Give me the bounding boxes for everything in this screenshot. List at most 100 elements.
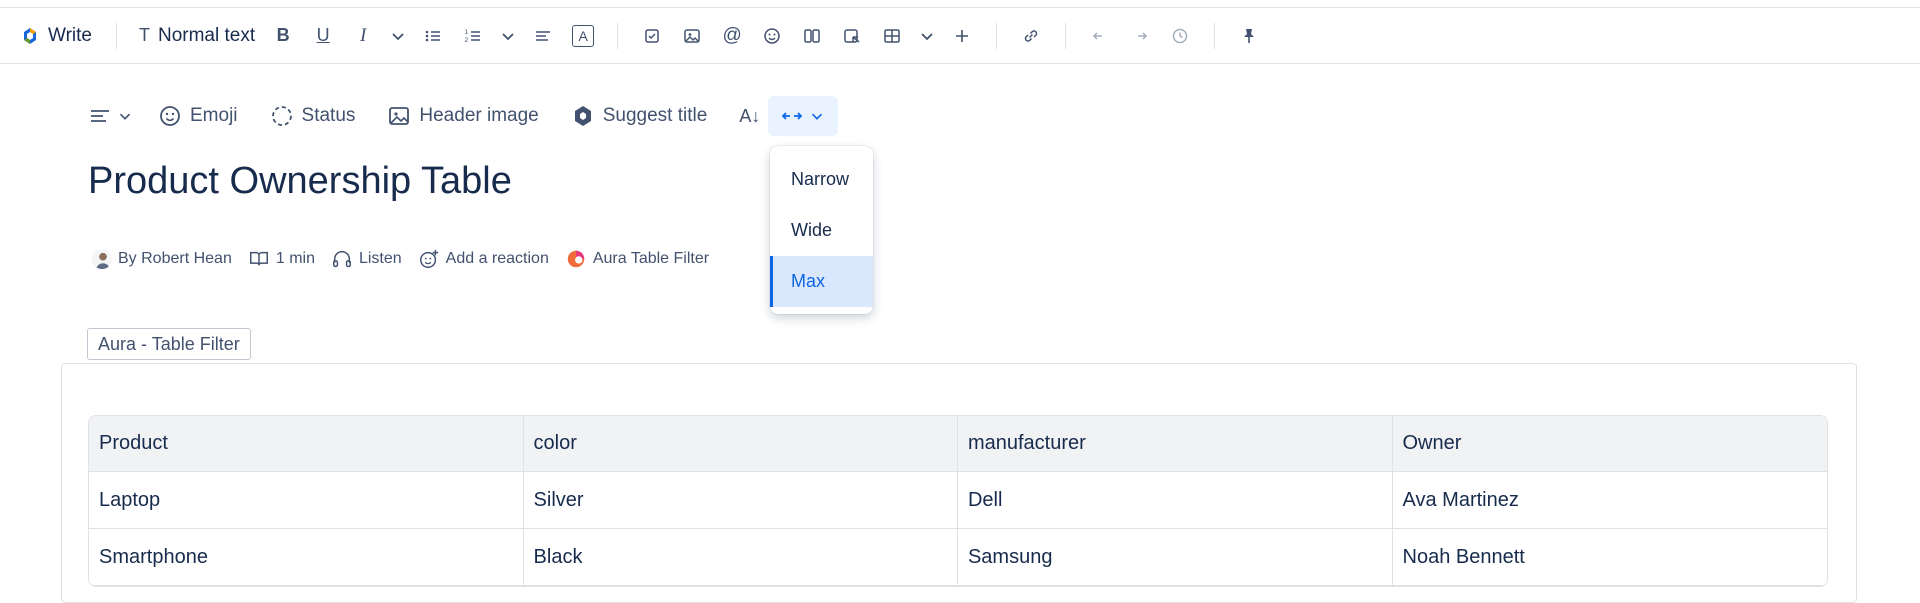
- undo-icon: [1093, 31, 1103, 40]
- write-label: Write: [48, 24, 92, 46]
- italic-icon: I: [359, 24, 367, 46]
- history-icon: [1172, 28, 1188, 43]
- width-arrows-icon: [782, 112, 803, 120]
- add-reaction-button[interactable]: Add a reaction: [418, 248, 549, 270]
- table-cell[interactable]: Ava Martinez: [1392, 472, 1827, 529]
- product-table: Product color manufacturer Owner Laptop …: [88, 415, 1828, 587]
- table-cell[interactable]: Samsung: [957, 529, 1393, 586]
- add-reaction-icon: [419, 249, 438, 268]
- history-button[interactable]: [1160, 8, 1200, 64]
- page-width-button[interactable]: [768, 96, 839, 136]
- embed-icon: [844, 28, 860, 43]
- listen-button[interactable]: Listen: [331, 248, 402, 270]
- editor-toolbar: Write T Normal text B U I 12 A @: [0, 8, 1920, 64]
- plus-icon: [956, 29, 969, 42]
- book-icon: [249, 251, 268, 266]
- bullet-list-button[interactable]: [413, 8, 453, 64]
- bold-icon: B: [276, 25, 290, 45]
- page-title[interactable]: Product Ownership Table: [88, 160, 512, 203]
- column-header-product[interactable]: Product: [89, 416, 524, 472]
- redo-button[interactable]: [1120, 8, 1160, 64]
- underline-button[interactable]: U: [303, 8, 343, 64]
- column-header-manufacturer[interactable]: manufacturer: [957, 416, 1393, 472]
- status-icon: [271, 106, 292, 126]
- table-cell[interactable]: Laptop: [89, 472, 524, 529]
- insert-image-button[interactable]: [672, 8, 712, 64]
- text-style-icon: T: [138, 25, 150, 45]
- numbered-list-button[interactable]: 12: [453, 8, 493, 64]
- chevron-down-icon: [119, 113, 131, 120]
- text-alignment-button[interactable]: [88, 94, 134, 138]
- table-cell[interactable]: Smartphone: [89, 529, 524, 586]
- add-header-image-button[interactable]: Header image: [387, 94, 539, 138]
- toolbar-divider: [617, 22, 619, 49]
- font-size-button[interactable]: A↓: [739, 94, 760, 138]
- headphones-icon: [332, 251, 351, 268]
- toolbar-divider: [115, 22, 117, 49]
- insert-table-button[interactable]: [872, 8, 912, 64]
- more-formatting-button[interactable]: [383, 8, 413, 64]
- emoji-icon: [160, 106, 180, 126]
- table-cell[interactable]: Dell: [957, 472, 1393, 529]
- text-color-icon: A: [572, 24, 595, 47]
- status-label: Status: [301, 105, 356, 126]
- table-cell[interactable]: Black: [523, 529, 958, 586]
- text-style-label: Normal text: [157, 24, 256, 46]
- columns-icon: [804, 28, 820, 43]
- table-header-row: Product color manufacturer Owner: [89, 416, 1827, 472]
- table-icon: [884, 28, 900, 43]
- add-status-button[interactable]: Status: [270, 94, 356, 138]
- suggest-title-button[interactable]: Suggest title: [571, 94, 708, 138]
- add-emoji-button[interactable]: Emoji: [158, 94, 238, 138]
- font-size-icon: A↓: [739, 105, 761, 126]
- suggest-title-label: Suggest title: [602, 105, 708, 126]
- action-item-button[interactable]: [632, 8, 672, 64]
- page-byline: By Robert Hean 1 min Listen Add a reacti…: [92, 244, 725, 274]
- width-option-narrow[interactable]: Narrow: [770, 154, 873, 205]
- italic-button[interactable]: I: [343, 8, 383, 64]
- page-options-bar: Emoji Status Header image Suggest title …: [88, 94, 839, 138]
- link-icon: [1024, 29, 1038, 42]
- emoji-icon: [764, 27, 780, 44]
- emoji-label: Emoji: [190, 105, 238, 126]
- emoji-button[interactable]: [752, 8, 792, 64]
- toolbar-divider: [1065, 22, 1067, 49]
- image-icon: [684, 28, 700, 43]
- bold-button[interactable]: B: [263, 8, 303, 64]
- text-style-dropdown[interactable]: T Normal text: [131, 8, 263, 64]
- text-color-button[interactable]: A: [563, 8, 603, 64]
- insert-more-button[interactable]: [942, 8, 982, 64]
- toolbar-divider: [996, 22, 998, 49]
- pin-icon: [1244, 28, 1255, 43]
- author-info[interactable]: By Robert Hean: [92, 249, 232, 269]
- width-option-max[interactable]: Max: [770, 256, 873, 307]
- checkbox-icon: [645, 28, 659, 43]
- undo-button[interactable]: [1080, 8, 1120, 64]
- pin-toolbar-button[interactable]: [1229, 8, 1269, 64]
- width-option-wide[interactable]: Wide: [770, 205, 873, 256]
- avatar: [92, 249, 112, 269]
- table-cell[interactable]: Noah Bennett: [1392, 529, 1827, 586]
- macro-label-tag[interactable]: Aura - Table Filter: [87, 328, 251, 360]
- link-button[interactable]: [1011, 8, 1051, 64]
- column-header-owner[interactable]: Owner: [1392, 416, 1827, 472]
- toolbar-divider: [1214, 22, 1216, 49]
- alignment-button[interactable]: [523, 8, 563, 64]
- list-options-button[interactable]: [493, 8, 523, 64]
- header-image-label: Header image: [419, 105, 539, 126]
- aura-app-label: Aura Table Filter: [592, 250, 710, 267]
- layouts-button[interactable]: [792, 8, 832, 64]
- smart-link-button[interactable]: [832, 8, 872, 64]
- page-width-menu: Narrow Wide Max: [770, 146, 873, 314]
- write-mode-button[interactable]: Write: [20, 8, 102, 64]
- table-options-button[interactable]: [912, 8, 942, 64]
- column-header-color[interactable]: color: [523, 416, 958, 472]
- svg-text:2: 2: [465, 37, 469, 44]
- chevron-down-icon: [502, 32, 514, 40]
- read-time: 1 min: [248, 248, 315, 270]
- chevron-down-icon: [812, 113, 823, 120]
- mention-button[interactable]: @: [712, 8, 752, 64]
- underline-icon: U: [316, 25, 330, 45]
- aura-app-link[interactable]: Aura Table Filter: [565, 248, 709, 270]
- table-cell[interactable]: Silver: [523, 472, 958, 529]
